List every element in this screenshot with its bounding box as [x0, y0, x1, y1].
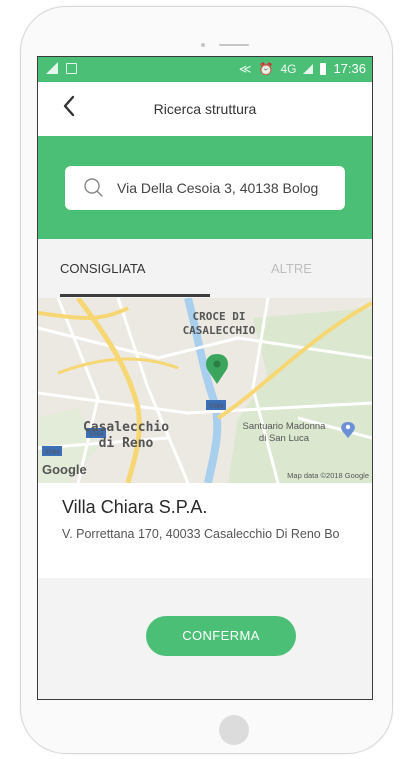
map-label-town: Casalecchio [83, 420, 169, 435]
gallery-notification-icon [66, 62, 77, 74]
alarm-icon: ⏰ [258, 61, 274, 76]
map-canvas: SS64 SS64 SS64 CROCE DI CASALECCHIO Casa… [38, 298, 372, 483]
result-card[interactable]: Villa Chiara S.P.A. V. Porrettana 170, 4… [38, 483, 372, 578]
map-view[interactable]: SS64 SS64 SS64 CROCE DI CASALECCHIO Casa… [38, 298, 372, 483]
search-icon [84, 178, 103, 197]
place-name: Villa Chiara S.P.A. [62, 497, 208, 517]
tab-bar: CONSIGLIATA ALTRE [38, 239, 372, 298]
tab-altre[interactable]: ALTRE [271, 261, 312, 276]
place-address: V. Porrettana 170, 40033 Casalecchio Di … [62, 527, 340, 541]
app-screen: ≪ ⏰ 4G 17:36 Ricerca struttura CONSIGLIA… [37, 56, 373, 700]
cell-signal-icon [303, 63, 314, 74]
page-title: Ricerca struttura [153, 101, 257, 117]
map-label-district: CROCE DI [193, 310, 246, 323]
app-bar: Ricerca struttura [38, 82, 372, 136]
vibrate-icon: ≪ [238, 61, 252, 76]
road-shield-label: SS64 [45, 450, 60, 456]
search-input[interactable] [109, 180, 345, 196]
tab-consigliata[interactable]: CONSIGLIATA [60, 261, 145, 276]
confirm-button[interactable]: CONFERMA [146, 616, 296, 656]
search-header [38, 136, 372, 239]
status-time: 17:36 [333, 61, 366, 76]
status-bar: ≪ ⏰ 4G 17:36 [38, 57, 372, 82]
road-shield-label: SS64 [209, 404, 224, 410]
map-label-town: di Reno [99, 436, 154, 451]
home-button[interactable] [219, 715, 249, 745]
earpiece-speaker [219, 44, 249, 46]
signal-icon [46, 62, 58, 74]
map-label-poi: Santuario Madonna [243, 421, 327, 432]
network-type-icon: 4G [280, 61, 297, 76]
search-box[interactable] [65, 166, 345, 210]
map-label-poi: di San Luca [259, 433, 310, 444]
map-attribution: Map data ©2018 Google [287, 471, 369, 480]
front-camera [201, 43, 205, 47]
map-label-district: CASALECCHIO [183, 324, 256, 337]
google-logo: Google [42, 462, 87, 477]
battery-icon [320, 62, 327, 75]
active-tab-indicator [60, 294, 210, 297]
